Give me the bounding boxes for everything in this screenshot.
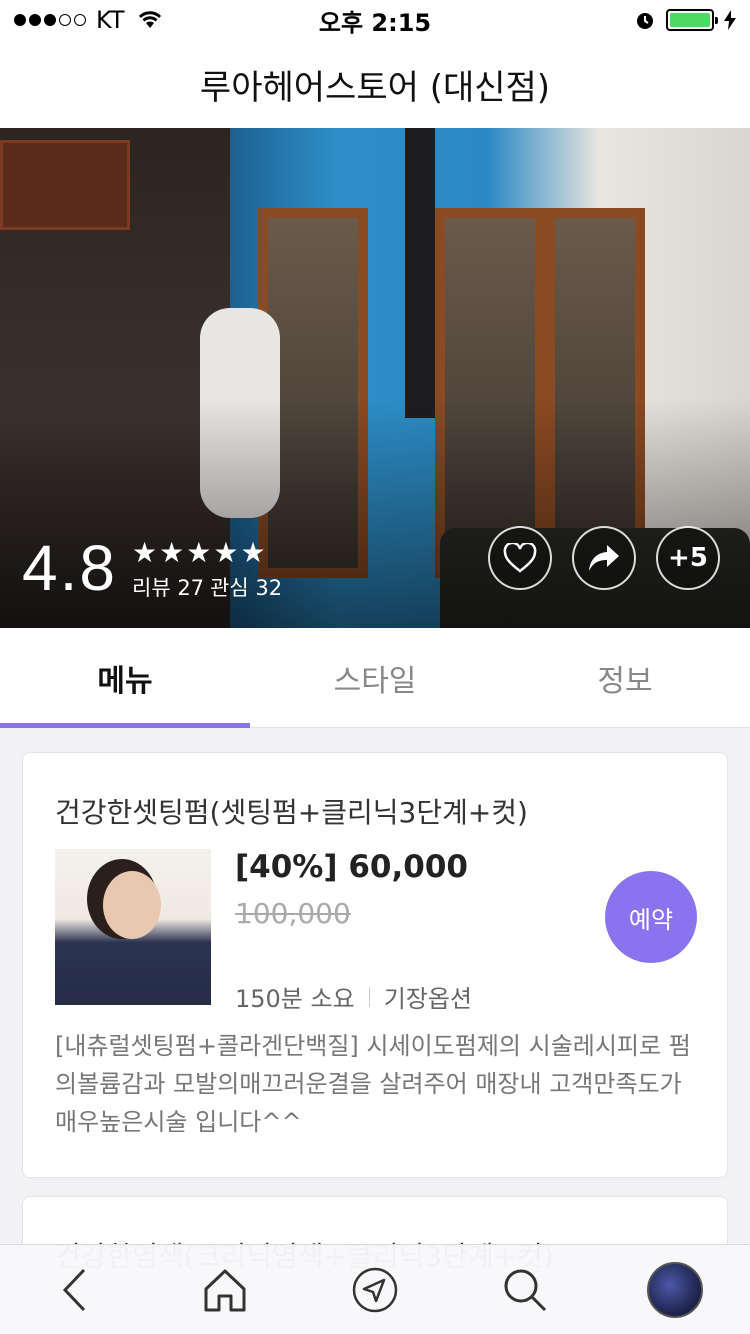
meta-divider — [368, 986, 370, 1007]
carrier-label: KT — [96, 6, 125, 34]
profile-button[interactable] — [637, 1252, 713, 1328]
location-button[interactable] — [337, 1252, 413, 1328]
star-icon: ★ — [132, 536, 158, 569]
home-icon — [204, 1269, 246, 1311]
signal-strength-icon — [14, 14, 86, 26]
page-title: 루아헤어스토어 (대신점) — [199, 67, 551, 108]
review-count: 리뷰 27 — [132, 576, 205, 600]
menu-title: 건강한셋팅펌(셋팅펌+클리닉3단계+컷) — [55, 796, 528, 829]
star-icon: ★ — [159, 536, 185, 569]
photo-model — [103, 871, 161, 939]
nav-bar: 루아헤어스토어 (대신점) — [0, 40, 750, 128]
profile-avatar — [647, 1261, 703, 1318]
favorite-button[interactable] — [488, 526, 552, 590]
share-icon — [589, 545, 619, 571]
book-button[interactable]: 예약 — [605, 871, 697, 963]
menu-meta: 150분 소요 기장옵션 — [235, 979, 472, 1014]
menu-description: [내츄럴셋팅펌+콜라겐단백질] 시세이도펌제의 시술레시피로 펌의볼륨감과 모발… — [55, 1032, 691, 1136]
hero-beam — [405, 128, 435, 418]
rating-score: 4.8 — [22, 532, 117, 604]
star-icon: ★ — [186, 536, 212, 569]
status-right — [486, 9, 736, 31]
store-tabs: 메뉴 스타일 정보 — [0, 628, 750, 728]
location-icon — [352, 1267, 398, 1312]
store-hero-image[interactable]: 4.8 ★ ★ ★ ★ ★ 리뷰 27 관심 32 +5 — [0, 128, 750, 628]
battery-level — [670, 13, 710, 27]
rating-meta: 리뷰 27 관심 32 — [132, 572, 282, 602]
heart-icon — [503, 543, 537, 573]
status-time: 오후 2:15 — [318, 8, 432, 37]
alarm-icon — [637, 13, 653, 29]
search-button[interactable] — [487, 1252, 563, 1328]
back-button[interactable] — [37, 1252, 113, 1328]
bottom-toolbar — [0, 1244, 750, 1334]
tab-style[interactable]: 스타일 — [250, 628, 500, 727]
search-icon — [504, 1269, 547, 1311]
battery-icon — [666, 9, 718, 31]
star-icon: ★ — [213, 536, 239, 569]
star-icon: ★ — [240, 536, 266, 569]
charging-icon — [724, 10, 736, 30]
status-bar: KT 오후 2:15 — [0, 0, 750, 40]
home-button[interactable] — [187, 1252, 263, 1328]
more-photos-button[interactable]: +5 — [656, 526, 720, 590]
menu-option: 기장옵션 — [383, 985, 473, 1013]
share-button[interactable] — [572, 526, 636, 590]
wifi-icon — [138, 11, 161, 28]
menu-original-price: 100,000 — [235, 897, 351, 930]
menu-duration: 150분 소요 — [235, 985, 355, 1013]
hero-wall-sign — [0, 140, 130, 230]
back-icon — [62, 1268, 86, 1311]
tab-info[interactable]: 정보 — [500, 628, 750, 727]
menu-style-photo — [55, 849, 211, 1005]
status-left: KT — [14, 6, 264, 34]
menu-card[interactable]: 건강한셋팅펌(셋팅펌+클리닉3단계+컷) [40%] 60,000 100,00… — [22, 752, 728, 1178]
menu-price: [40%] 60,000 — [235, 849, 468, 885]
tab-menu[interactable]: 메뉴 — [0, 628, 250, 728]
favorite-count: 관심 32 — [210, 576, 283, 600]
rating-stars: ★ ★ ★ ★ ★ — [132, 536, 266, 569]
